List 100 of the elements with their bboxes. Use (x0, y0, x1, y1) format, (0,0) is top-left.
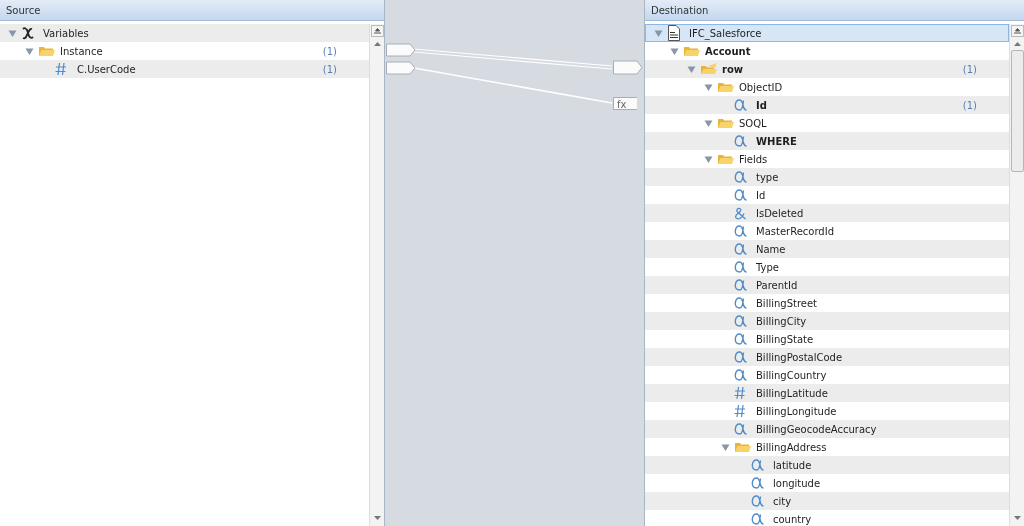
source-port[interactable] (386, 61, 416, 75)
scroll-up-icon[interactable] (1013, 41, 1021, 46)
folder-icon (717, 116, 735, 130)
node-label: Account (705, 45, 752, 57)
scroll-up-icon[interactable] (373, 41, 381, 46)
tree-row[interactable]: IsDeleted (645, 204, 1009, 222)
alpha-icon (734, 135, 747, 147)
function-port[interactable]: fx (613, 97, 637, 110)
node-label: Type (756, 261, 780, 273)
tree-row[interactable]: ParentId (645, 276, 1009, 294)
expand-arrow-icon[interactable] (25, 46, 34, 56)
hash-icon (734, 386, 746, 400)
expand-arrow-icon[interactable] (687, 64, 696, 74)
alpha-icon (734, 279, 747, 291)
alpha-icon (751, 477, 764, 489)
tree-row[interactable]: BillingCity (645, 312, 1009, 330)
alpha-icon (734, 333, 747, 345)
tree-row[interactable]: C.UserCode (1) (0, 60, 369, 78)
scroll-top-icon[interactable] (1010, 25, 1024, 37)
alpha-icon (751, 495, 764, 507)
node-label: Instance (60, 45, 104, 57)
tree-row[interactable]: Id (1) (645, 96, 1009, 114)
alpha-icon (734, 225, 747, 237)
alpha-icon (734, 189, 747, 201)
expand-arrow-icon[interactable] (670, 46, 679, 56)
node-label: Id (756, 189, 767, 201)
node-label: BillingState (756, 333, 815, 345)
node-label: IsDeleted (756, 207, 805, 219)
count-label: (1) (962, 99, 978, 111)
hash-icon (734, 404, 746, 418)
node-label: Id (756, 99, 768, 111)
tree-row[interactable]: BillingGeocodeAccuracy (645, 420, 1009, 438)
alpha-icon (751, 513, 764, 525)
document-icon (667, 25, 681, 41)
node-label: C.UserCode (77, 63, 137, 75)
node-label: ObjectID (739, 81, 784, 93)
alpha-icon (734, 171, 747, 183)
node-label: type (756, 171, 780, 183)
scroll-down-icon[interactable] (1013, 516, 1021, 521)
folder-icon (734, 440, 752, 454)
alpha-icon (734, 243, 747, 255)
target-port[interactable] (613, 60, 643, 75)
count-label: (1) (322, 63, 338, 75)
panel-header: Destination (645, 0, 1024, 21)
tree-row[interactable]: type (645, 168, 1009, 186)
node-label: IFC_Salesforce (689, 27, 763, 39)
node-label: row (722, 63, 745, 75)
open-folder-icon (700, 62, 718, 76)
scroll-top-icon[interactable] (370, 25, 384, 37)
node-label: BillingLatitude (756, 387, 829, 399)
alpha-icon (734, 315, 747, 327)
folder-icon (683, 44, 701, 58)
node-label: Fields (739, 153, 769, 165)
alpha-icon (734, 423, 747, 435)
tree-row[interactable]: IFC_Salesforce (645, 24, 1009, 42)
node-label: city (773, 495, 793, 507)
node-label: ParentId (756, 279, 799, 291)
alpha-icon (751, 459, 764, 471)
tree-row[interactable]: city (645, 492, 1009, 510)
node-label: Variables (43, 27, 90, 39)
alpha-icon (734, 297, 747, 309)
tree-row[interactable]: Variables (0, 24, 369, 42)
count-label: (1) (322, 45, 338, 57)
expand-arrow-icon[interactable] (704, 118, 713, 128)
node-label: country (773, 513, 813, 525)
node-label: MasterRecordId (756, 225, 835, 237)
tree-row[interactable]: row (1) (645, 60, 1009, 78)
folder-icon (38, 44, 56, 58)
alpha-icon (734, 351, 747, 363)
alpha-icon (734, 261, 747, 273)
hash-icon (55, 62, 67, 76)
node-label: Name (756, 243, 787, 255)
node-label: WHERE (756, 135, 798, 147)
folder-icon (717, 80, 735, 94)
tree-row[interactable]: latitude (645, 456, 1009, 474)
tree-row[interactable]: Name (645, 240, 1009, 258)
source-port[interactable] (386, 43, 416, 57)
folder-icon (717, 152, 735, 166)
panel-header: Source (0, 0, 384, 21)
node-label: BillingCity (756, 315, 808, 327)
alpha-icon (734, 369, 747, 381)
node-label: latitude (773, 459, 813, 471)
node-label: longitude (773, 477, 822, 489)
variable-icon (21, 26, 35, 40)
tree-row[interactable]: BillingPostalCode (645, 348, 1009, 366)
tree-row[interactable]: WHERE (645, 132, 1009, 150)
scroll-thumb[interactable] (1010, 50, 1024, 172)
expand-arrow-icon[interactable] (654, 28, 663, 38)
expand-arrow-icon[interactable] (721, 442, 730, 452)
count-label: (1) (962, 63, 978, 75)
node-label: BillingCountry (756, 369, 828, 381)
expand-arrow-icon[interactable] (704, 154, 713, 164)
scroll-down-icon[interactable] (373, 516, 381, 521)
expand-arrow-icon[interactable] (8, 28, 17, 38)
tree-row[interactable]: BillingLatitude (645, 384, 1009, 402)
node-label: BillingStreet (756, 297, 819, 309)
node-label: BillingAddress (756, 441, 828, 453)
node-label: BillingLongitude (756, 405, 838, 417)
expand-arrow-icon[interactable] (704, 82, 713, 92)
node-label: BillingGeocodeAccuracy (756, 423, 878, 435)
